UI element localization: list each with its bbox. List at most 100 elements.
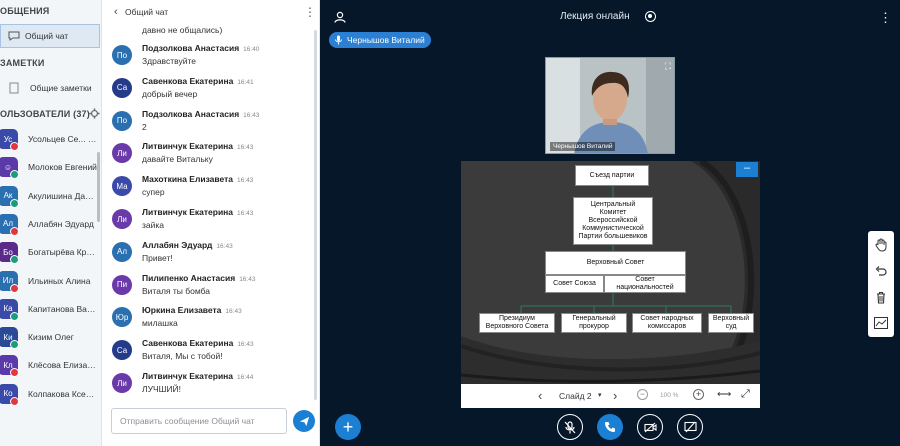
actions-plus-button[interactable]: + — [335, 414, 361, 440]
message-time: 16:43 — [239, 275, 256, 283]
user-list-item[interactable]: Ак Акулишина Дарья — [0, 182, 98, 210]
avatar-initials: Са — [116, 345, 128, 355]
presentation-slide[interactable]: Съезд партии Центральный Комитет Всеросс… — [461, 161, 760, 384]
send-button[interactable] — [293, 410, 315, 432]
message-sender: Пилипенко Анастасия 16:43 — [142, 273, 255, 283]
avatar: Ли — [112, 373, 132, 393]
screen-share-button[interactable] — [677, 414, 703, 440]
message-sender: Махоткина Елизавета 16:43 — [142, 174, 253, 184]
chat-scrollbar[interactable] — [314, 30, 317, 400]
message-time: 16:40 — [243, 46, 260, 53]
gear-icon[interactable] — [89, 108, 100, 119]
sender-name: Савенкова Екатерина — [142, 75, 234, 86]
chat-input[interactable] — [112, 409, 286, 433]
chat-menu-icon[interactable]: ⋮ — [304, 6, 316, 18]
recording-icon[interactable] — [645, 11, 656, 22]
fit-width-icon[interactable]: ⟷ — [717, 389, 731, 400]
user-list-item[interactable]: Кл Клёсова Елизавета — [0, 351, 98, 379]
send-icon — [299, 416, 309, 426]
avatar: Ли — [112, 143, 132, 164]
user-list-item[interactable]: Ко Колпакова Ксения — [0, 380, 98, 408]
user-name: Аллабян Эдуард — [28, 219, 98, 229]
leave-audio-button[interactable] — [597, 414, 623, 440]
message-sender: Литвинчук Екатерина 16:43 — [142, 141, 253, 151]
avatar-initials: Ли — [117, 214, 127, 224]
status-badge — [10, 142, 19, 151]
user-list-item[interactable]: Ка Капитанова Вале... — [0, 295, 98, 323]
undo-icon[interactable] — [868, 259, 894, 283]
message-time: 16:41 — [237, 78, 254, 86]
message-text: супер — [142, 187, 165, 198]
hand-tool-icon[interactable] — [868, 233, 894, 257]
sidebar-scrollbar[interactable] — [97, 152, 100, 222]
chevron-left-icon[interactable]: ‹ — [114, 6, 118, 18]
zoom-in-icon[interactable]: + — [693, 389, 704, 400]
camera-off-icon — [643, 422, 657, 432]
user-name: Богатырёва Крис... — [28, 247, 98, 257]
screen-share-off-icon — [683, 421, 697, 433]
user-list-item[interactable]: Ал Аллабян Эдуард — [0, 210, 98, 238]
diagram-box-supreme-soviet: Верховный Совет — [545, 251, 686, 275]
user-name: Кизим Олег — [28, 332, 98, 342]
chat-header: ‹ Общий чат ⋮ — [103, 0, 320, 26]
slide-selector[interactable]: Слайд 2 — [559, 391, 592, 401]
user-suffix: (Вы) — [87, 134, 98, 144]
user-list-item[interactable]: Ус Усольцев Се... (Вы) — [0, 125, 98, 153]
next-slide-button[interactable]: › — [613, 388, 617, 403]
sender-name: Махоткина Елизавета — [142, 174, 234, 185]
avatar: По — [112, 110, 132, 131]
diagram-box-commissars: Совет народных комиссаров — [632, 313, 702, 333]
sender-name: Литвинчук Екатерина — [142, 141, 234, 152]
user-icon[interactable] — [334, 11, 346, 23]
message-sender: Юркина Елизавета 16:43 — [142, 305, 242, 315]
chat-message: Юр Юркина Елизавета 16:43 милашка — [111, 303, 311, 335]
trash-icon[interactable] — [868, 285, 894, 309]
expand-icon[interactable]: ⛶ — [665, 61, 671, 72]
user-name-text: Аллабян Эдуард — [28, 218, 94, 229]
user-list-item[interactable]: Ил Ильиных Алина — [0, 267, 98, 295]
previous-slide-button[interactable]: ‹ — [538, 388, 542, 403]
zoom-out-icon[interactable]: − — [637, 389, 648, 400]
avatar: Юр — [112, 307, 132, 328]
multi-user-whiteboard-icon[interactable] — [868, 311, 894, 335]
message-time: 16:43 — [237, 144, 254, 152]
chat-title: Общий чат — [125, 7, 169, 17]
avatar-initials: По — [116, 50, 128, 60]
user-list-item[interactable]: ☺ Молоков Евгений — [0, 153, 98, 181]
shared-notes-item[interactable]: Общие заметки — [0, 76, 100, 100]
user-name: Клёсова Елизавета — [28, 360, 98, 370]
public-chat-item[interactable]: Общий чат — [0, 24, 100, 48]
user-name: Акулишина Дарья — [28, 191, 98, 201]
annotation-toolbar — [868, 231, 894, 337]
options-menu-icon[interactable]: ⋮ — [879, 10, 892, 26]
avatar: Ли — [112, 209, 132, 229]
user-name: Молоков Евгений — [28, 162, 98, 172]
slide-navigation-bar: ‹ Слайд 2 ▾ › − 100 % + ⟷ ⤢ — [461, 384, 760, 408]
user-list-item[interactable]: Ки Кизим Олег — [0, 323, 98, 351]
webcam-video[interactable]: Чернышов Виталий ⛶ — [545, 57, 675, 154]
chevron-down-icon[interactable]: ▾ — [598, 391, 602, 399]
avatar: Ма — [112, 176, 132, 197]
user-name-text: Богатырёва Крис... — [28, 247, 98, 258]
chat-message: Пи Пилипенко Анастасия 16:43 Виталя ты бомб… — [111, 271, 311, 303]
notes-icon — [9, 82, 19, 94]
message-text: добрый вечер — [142, 88, 198, 99]
message-time: 16:43 — [237, 210, 254, 217]
message-text: Привет! — [142, 252, 173, 263]
avatar: Кл — [0, 355, 19, 378]
mute-button[interactable] — [557, 414, 583, 440]
avatar-initials: Ма — [116, 181, 128, 191]
avatar: Ал — [112, 241, 132, 262]
message-text: давайте Витальку — [142, 154, 213, 165]
fullscreen-icon[interactable]: ⤢ — [741, 388, 750, 401]
status-badge — [10, 170, 19, 180]
avatar: Ко — [0, 383, 19, 406]
chat-input-field[interactable] — [111, 408, 287, 434]
diagram-box-central-committee: Центральный Комитет Всероссийской Коммун… — [573, 197, 653, 245]
webcam-toggle-button[interactable] — [637, 414, 663, 440]
avatar-initials: Ли — [117, 148, 127, 158]
minimize-presentation-button[interactable]: – — [736, 162, 758, 177]
user-list-item[interactable]: Бо Богатырёва Крис... — [0, 238, 98, 266]
chat-panel: ‹ Общий чат ⋮ давно не общались) По Подзо… — [103, 0, 320, 446]
avatar: Ки — [0, 327, 19, 350]
